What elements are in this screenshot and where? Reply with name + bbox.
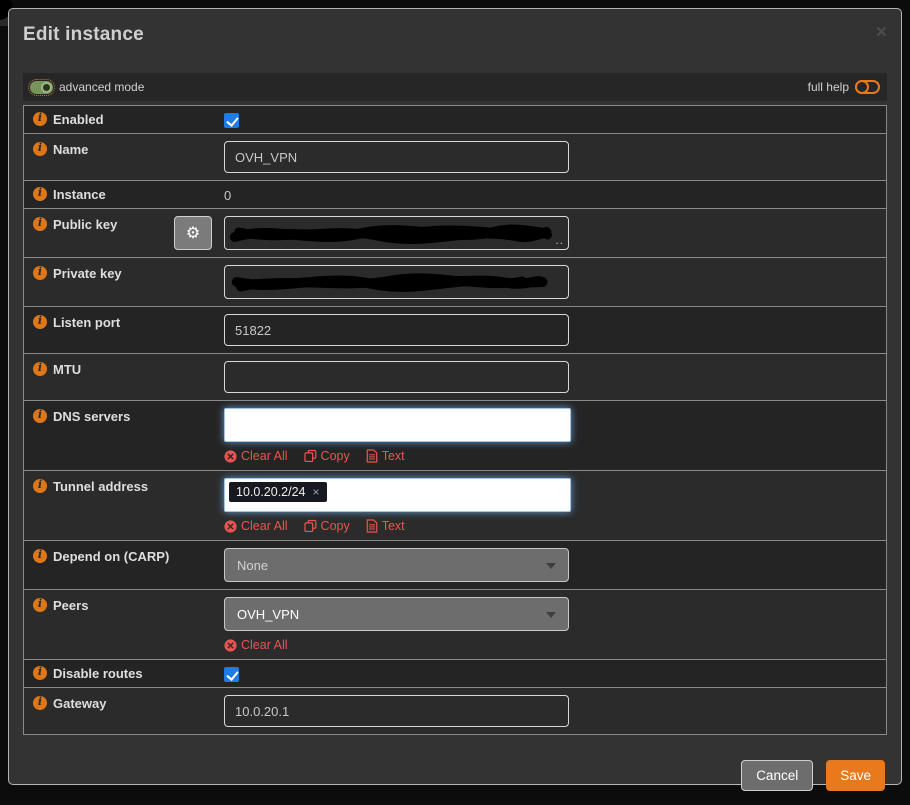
info-icon[interactable] [33, 216, 47, 231]
selected-value: OVH_VPN [237, 606, 300, 622]
toggle-knob [855, 80, 869, 94]
form-row-private-key: Private key [24, 258, 886, 307]
info-icon[interactable] [33, 265, 47, 280]
info-icon[interactable] [33, 111, 47, 126]
overflow-ellipsis: .. [555, 233, 564, 247]
private-key-label: Private key [53, 266, 122, 281]
peers-clear-all-button[interactable]: Clear All [224, 638, 288, 652]
cancel-button[interactable]: Cancel [741, 760, 814, 791]
full-help-label[interactable]: full help [808, 80, 849, 94]
tunnel-address-input[interactable]: 10.0.20.2/24 × [224, 478, 571, 512]
selected-value: None [237, 557, 269, 573]
edit-instance-dialog: Edit instance × advanced mode full help … [8, 8, 902, 791]
info-icon[interactable] [33, 695, 47, 710]
tunnel-clear-all-button[interactable]: Clear All [224, 519, 288, 533]
advanced-mode-label[interactable]: advanced mode [59, 80, 144, 94]
form-row-listen-port: Listen port [24, 307, 886, 354]
save-button[interactable]: Save [826, 760, 885, 791]
form-row-name: Name [24, 134, 886, 181]
form-row-enabled: Enabled [24, 106, 886, 134]
form-row-tunnel-address: Tunnel address 10.0.20.2/24 × Clear All [24, 471, 886, 541]
info-icon[interactable] [33, 597, 47, 612]
private-key-input[interactable] [224, 265, 569, 299]
enabled-checkbox[interactable] [224, 113, 239, 128]
form-row-public-key: Public key ⚙ .. [24, 209, 886, 258]
redaction-scribble [229, 224, 552, 244]
full-help-toggle-icon[interactable] [855, 80, 880, 94]
redaction-scribble [231, 273, 548, 292]
dns-text-button[interactable]: Text [366, 449, 405, 463]
disable-routes-label: Disable routes [53, 666, 143, 681]
info-icon[interactable] [33, 186, 47, 201]
dialog-header: Edit instance × [9, 9, 901, 59]
advanced-mode-toggle-icon[interactable] [28, 78, 55, 96]
copy-icon [303, 519, 316, 533]
tunnel-address-label: Tunnel address [53, 479, 149, 494]
depend-on-carp-select[interactable]: None [224, 548, 569, 582]
dns-copy-button[interactable]: Copy [303, 449, 350, 463]
dialog-footer: Cancel Save [9, 749, 901, 805]
form-row-depend-on-carp: Depend on (CARP) None [24, 541, 886, 590]
instance-form: Enabled Name Instanc [23, 105, 887, 735]
chevron-down-icon [546, 612, 556, 618]
form-row-dns-servers: DNS servers Clear All Copy [24, 401, 886, 471]
help-bar: advanced mode full help [23, 73, 887, 101]
peers-select[interactable]: OVH_VPN [224, 597, 569, 631]
dns-servers-input[interactable] [224, 408, 571, 442]
close-icon[interactable]: × [876, 23, 887, 42]
token-remove-icon[interactable]: × [313, 485, 320, 499]
dns-servers-label: DNS servers [53, 409, 131, 424]
info-icon[interactable] [33, 361, 47, 376]
listen-port-label: Listen port [53, 315, 121, 330]
depend-on-carp-label: Depend on (CARP) [53, 549, 170, 564]
copy-icon [303, 449, 316, 463]
dns-clear-all-button[interactable]: Clear All [224, 449, 288, 463]
form-row-peers: Peers OVH_VPN Clear All [24, 590, 886, 660]
times-circle-icon [224, 638, 237, 652]
info-icon[interactable] [33, 548, 47, 563]
public-key-input[interactable]: .. [224, 216, 569, 250]
file-text-icon [366, 449, 378, 463]
form-row-mtu: MTU [24, 354, 886, 401]
peers-label: Peers [53, 598, 89, 613]
form-row-disable-routes: Disable routes [24, 660, 886, 688]
instance-label: Instance [53, 187, 106, 202]
disable-routes-checkbox[interactable] [224, 667, 239, 682]
form-row-gateway: Gateway [24, 688, 886, 734]
tunnel-copy-button[interactable]: Copy [303, 519, 350, 533]
gateway-label: Gateway [53, 696, 107, 711]
info-icon[interactable] [33, 665, 47, 680]
info-icon[interactable] [33, 141, 47, 156]
name-input[interactable] [224, 141, 569, 173]
dialog-body: advanced mode full help Enabled [9, 59, 901, 749]
public-key-label: Public key [53, 217, 118, 232]
form-row-instance: Instance 0 [24, 181, 886, 209]
listen-port-input[interactable] [224, 314, 569, 346]
dialog-title: Edit instance [23, 24, 144, 45]
tunnel-address-token: 10.0.20.2/24 × [229, 482, 327, 502]
gateway-input[interactable] [224, 695, 569, 727]
toggle-knob [41, 81, 52, 93]
instance-value: 0 [224, 188, 232, 203]
name-label: Name [53, 142, 89, 157]
info-icon[interactable] [33, 408, 47, 423]
info-icon[interactable] [33, 314, 47, 329]
mtu-input[interactable] [224, 361, 569, 393]
times-circle-icon [224, 449, 237, 463]
mtu-label: MTU [53, 362, 82, 377]
times-circle-icon [224, 519, 237, 533]
chevron-down-icon [546, 563, 556, 569]
tunnel-text-button[interactable]: Text [366, 519, 405, 533]
enabled-label: Enabled [53, 112, 104, 127]
token-text: 10.0.20.2/24 [236, 485, 306, 499]
info-icon[interactable] [33, 478, 47, 493]
file-text-icon [366, 519, 378, 533]
generate-keys-gear-icon[interactable]: ⚙ [174, 216, 212, 250]
